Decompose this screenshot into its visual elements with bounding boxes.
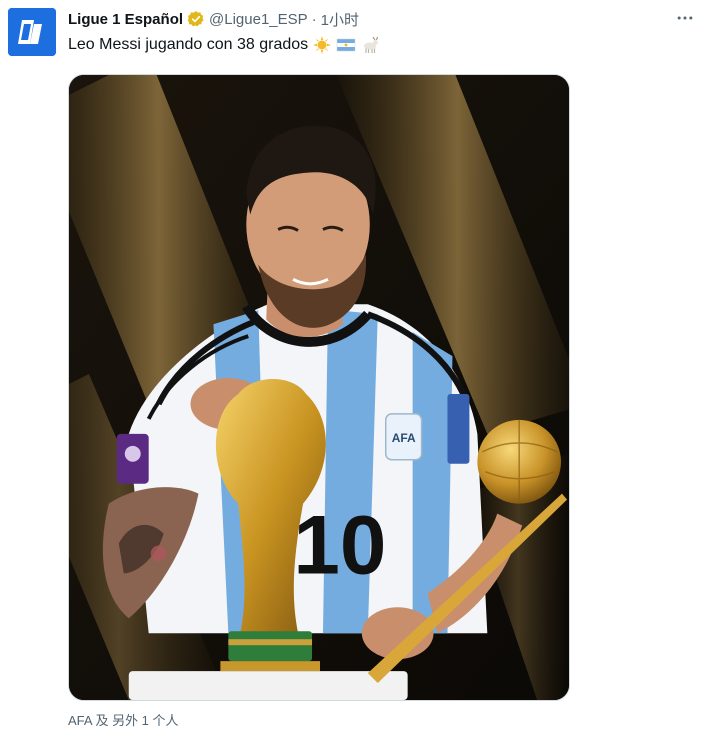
tweet-text: Leo Messi jugando con 38 grados (68, 35, 380, 55)
tweet-header: Ligue 1 Español @Ligue1_ESP · 1小时 (68, 8, 670, 30)
argentina-flag-emoji-icon (336, 35, 356, 55)
jersey-number: 10 (293, 497, 386, 591)
tagged-users[interactable]: AFA 及 另外 1 个人 (68, 710, 179, 729)
goat-emoji-icon (360, 35, 380, 55)
tagged-users-text[interactable]: AFA 及 另外 1 个人 (68, 710, 179, 729)
display-name[interactable]: Ligue 1 Español (68, 11, 183, 28)
timestamp[interactable]: 1小时 (321, 9, 359, 30)
profile-avatar[interactable] (8, 8, 56, 56)
more-horizontal-icon (677, 16, 693, 20)
separator-dot: · (311, 10, 317, 28)
sun-emoji-icon (312, 35, 332, 55)
more-options-button[interactable] (670, 6, 700, 30)
messi-world-cup-photo: AFA 10 (69, 75, 569, 700)
tweet-text-content: Leo Messi jugando con 38 grados (68, 36, 309, 53)
tweet-card[interactable]: Ligue 1 Español @Ligue1_ESP · 1小时 Leo Me… (0, 0, 710, 731)
afa-crest-text: AFA (392, 431, 416, 445)
ligue1-logo-icon (8, 8, 56, 56)
tweet-photo[interactable]: AFA 10 (68, 74, 570, 701)
user-handle[interactable]: @Ligue1_ESP (209, 11, 308, 28)
verified-badge-icon (187, 10, 205, 28)
